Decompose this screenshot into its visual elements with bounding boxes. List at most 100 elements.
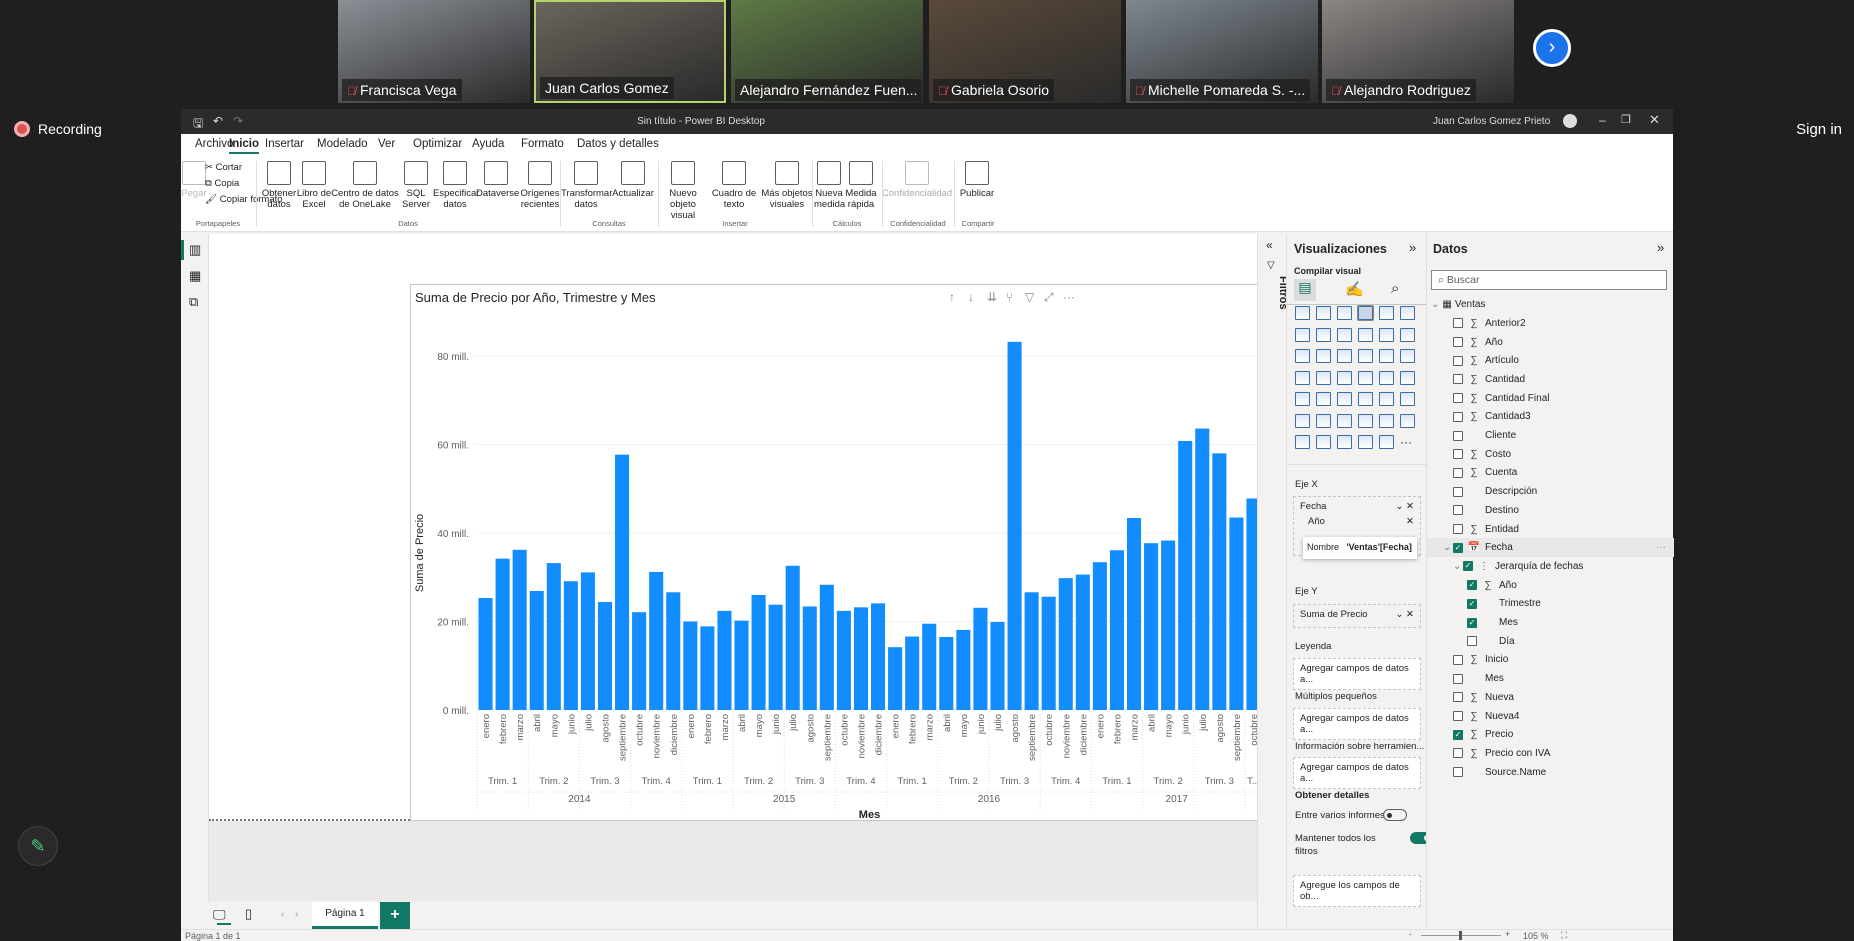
- visual-type-icon[interactable]: [1358, 349, 1379, 371]
- visual-type-icon[interactable]: [1379, 392, 1400, 414]
- bar[interactable]: [563, 581, 578, 710]
- ribbon-button-orígenes-recientes[interactable]: Orígenes recientes: [514, 161, 566, 210]
- field-item[interactable]: Mes: [1427, 669, 1674, 688]
- visual-type-icon[interactable]: [1295, 435, 1316, 457]
- drillthrough-well[interactable]: Agregue los campos de ob...: [1293, 875, 1421, 907]
- drill-icon[interactable]: ⑂: [1006, 290, 1013, 304]
- ribbon-button-cuadro-de-texto[interactable]: Cuadro de texto: [709, 161, 759, 210]
- bar[interactable]: [1229, 517, 1244, 710]
- field-checkbox[interactable]: [1453, 374, 1463, 385]
- visual-type-icon[interactable]: [1295, 327, 1316, 350]
- next-participants-button[interactable]: ›: [1533, 29, 1571, 67]
- field-item[interactable]: Source.Name: [1427, 763, 1674, 782]
- filters-pane-collapsed[interactable]: « ▽ Filtros: [1257, 234, 1289, 929]
- participant-tile[interactable]: 🎙̸ Michelle Pomareda S. -...: [1126, 0, 1318, 103]
- visual-type-icon[interactable]: [1379, 327, 1400, 350]
- field-checkbox[interactable]: ✓: [1467, 617, 1477, 628]
- chevron-down-icon[interactable]: ⌄: [1431, 299, 1439, 310]
- bar[interactable]: [871, 603, 886, 710]
- x-field-ano[interactable]: Año ✕: [1300, 516, 1414, 527]
- visual-type-icon[interactable]: [1400, 306, 1421, 328]
- participant-tile[interactable]: 🎙̸ Gabriela Osorio: [929, 0, 1121, 103]
- bar[interactable]: [819, 584, 834, 710]
- participant-tile[interactable]: 🎙̸ Alejandro Rodriguez: [1322, 0, 1514, 103]
- bar[interactable]: [1075, 574, 1090, 710]
- search-input[interactable]: ⌕ Buscar: [1431, 270, 1667, 290]
- field-item[interactable]: ∑ Entidad: [1427, 520, 1674, 539]
- field-item[interactable]: ∑ Nueva4: [1427, 707, 1674, 726]
- participant-tile[interactable]: Alejandro Fernández Fuen...: [731, 0, 923, 103]
- bar[interactable]: [785, 565, 800, 710]
- ribbon-button-medida-rápida[interactable]: Medida rápida: [845, 161, 877, 210]
- bar[interactable]: [888, 647, 903, 710]
- chevron-down-icon[interactable]: ⌄: [1443, 542, 1453, 553]
- build-visual-icon[interactable]: ▤: [1294, 279, 1316, 301]
- tab-modelado[interactable]: Modelado: [317, 138, 368, 150]
- visual-type-icon[interactable]: [1337, 413, 1358, 436]
- field-checkbox[interactable]: [1453, 337, 1463, 348]
- tab-inicio[interactable]: Inicio: [229, 138, 260, 154]
- more-options-icon[interactable]: ···: [1063, 290, 1075, 304]
- ribbon-cut-button[interactable]: ✂ Cortar: [205, 162, 242, 173]
- field-checkbox[interactable]: [1453, 318, 1463, 329]
- field-checkbox[interactable]: [1453, 467, 1463, 478]
- ribbon-button-nueva-medida[interactable]: Nueva medida: [814, 161, 845, 210]
- bar[interactable]: [649, 571, 664, 710]
- visual-type-icon[interactable]: [1379, 349, 1400, 371]
- visual-type-icon[interactable]: [1400, 327, 1421, 350]
- bar[interactable]: [529, 590, 544, 710]
- ribbon-button-libro-de-excel[interactable]: Libro de Excel: [296, 161, 332, 210]
- field-checkbox[interactable]: [1453, 711, 1463, 722]
- bar[interactable]: [666, 592, 681, 710]
- bar[interactable]: [939, 636, 954, 710]
- ribbon-button-nuevo-objeto-visual[interactable]: Nuevo objeto visual: [658, 161, 708, 221]
- field-checkbox[interactable]: [1453, 767, 1463, 778]
- cross-report-toggle[interactable]: [1383, 809, 1407, 821]
- ribbon-button-pegar[interactable]: Pegar: [181, 161, 207, 199]
- bar[interactable]: [1109, 550, 1124, 710]
- field-checkbox[interactable]: [1453, 673, 1463, 684]
- sort-descending-icon[interactable]: ↓: [968, 290, 974, 304]
- field-checkbox[interactable]: [1453, 449, 1463, 460]
- fit-page-icon[interactable]: ⛶: [1561, 930, 1567, 941]
- visual-type-icon[interactable]: [1316, 306, 1337, 328]
- analytics-icon[interactable]: ⌕: [1391, 280, 1399, 297]
- field-checkbox[interactable]: ✓: [1467, 598, 1477, 609]
- field-item[interactable]: ∑ Nueva: [1427, 688, 1674, 707]
- visual-type-icon[interactable]: [1379, 413, 1400, 436]
- field-item[interactable]: ∑ Precio con IVA: [1427, 744, 1674, 763]
- visual-type-icon[interactable]: [1400, 392, 1421, 414]
- visual-type-icon[interactable]: [1358, 413, 1379, 436]
- visual-type-icon[interactable]: [1358, 327, 1379, 350]
- ribbon-button-más-objetos-visuales[interactable]: Más objetos visuales: [761, 161, 813, 210]
- ribbon-button-sql-server[interactable]: SQL Server: [401, 161, 431, 210]
- visual-type-icon[interactable]: [1316, 392, 1337, 414]
- ribbon-button-publicar[interactable]: Publicar: [959, 161, 995, 199]
- remove-icon[interactable]: ✕: [1406, 516, 1414, 527]
- bar[interactable]: [546, 563, 561, 710]
- bar[interactable]: [615, 454, 630, 710]
- bar[interactable]: [1007, 341, 1022, 710]
- expand-all-icon[interactable]: ⇊: [987, 290, 997, 304]
- bar[interactable]: [922, 623, 937, 710]
- bar[interactable]: [1195, 428, 1210, 710]
- legend-well[interactable]: Agregar campos de datos a...: [1293, 658, 1421, 690]
- bar[interactable]: [1178, 440, 1193, 710]
- visual-type-icon[interactable]: [1337, 370, 1358, 393]
- bar[interactable]: [700, 626, 715, 710]
- field-item[interactable]: ∑ Año: [1427, 333, 1674, 352]
- visual-type-icon[interactable]: [1295, 392, 1316, 414]
- tab-insertar[interactable]: Insertar: [265, 138, 304, 150]
- visual-type-icon[interactable]: [1400, 413, 1421, 436]
- field-item[interactable]: Cliente: [1427, 426, 1674, 445]
- field-checkbox[interactable]: [1453, 692, 1463, 703]
- field-item[interactable]: ∑ Artículo: [1427, 351, 1674, 370]
- bar-chart-visual[interactable]: Suma de Precio por Año, Trimestre y Mes ↑…: [410, 284, 1268, 821]
- bar[interactable]: [853, 607, 868, 710]
- ribbon-button-centro-de-datos-de-onelake[interactable]: Centro de datos de OneLake: [331, 161, 399, 210]
- page-tab[interactable]: Página 1: [312, 902, 378, 929]
- visual-type-icon[interactable]: [1357, 305, 1379, 328]
- mobile-layout-icon[interactable]: ▯: [245, 906, 252, 922]
- field-item[interactable]: Descripción: [1427, 482, 1674, 501]
- visual-type-icon[interactable]: [1295, 370, 1316, 393]
